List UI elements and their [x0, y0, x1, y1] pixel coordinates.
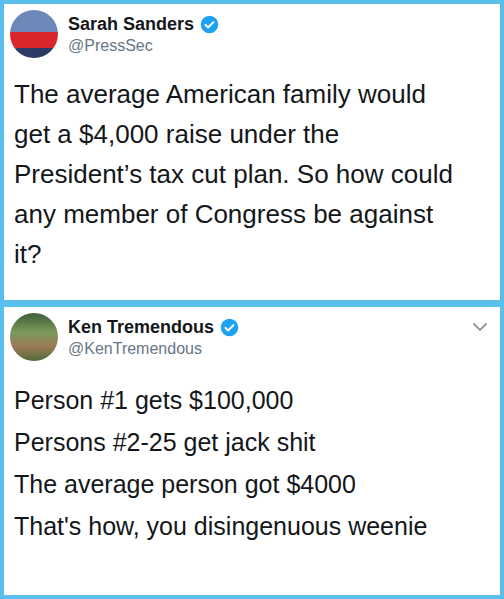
- tweet-header: Ken Tremendous @KenTremendous: [10, 313, 490, 361]
- author-handle[interactable]: @PressSec: [68, 37, 490, 55]
- tweet-text: The average American family wouldget a $…: [10, 74, 490, 274]
- tweet-line: it?: [14, 234, 490, 274]
- tweet-header: Sarah Sanders @PressSec: [10, 10, 490, 58]
- tweet-card: Ken Tremendous @KenTremendous Person #1 ge…: [4, 307, 500, 595]
- tweet-line: Person #1 gets $100,000: [14, 379, 490, 421]
- tweet-card: Sarah Sanders @PressSec The average Americ…: [4, 4, 500, 300]
- tweet-line: The average American family would: [14, 74, 490, 114]
- tweet-line: That's how, you disingenuous weenie: [14, 505, 490, 547]
- verified-badge-icon: [220, 318, 239, 337]
- avatar[interactable]: [10, 313, 58, 361]
- verified-badge-icon: [200, 15, 219, 34]
- tweet-line: Persons #2-25 get jack shit: [14, 421, 490, 463]
- avatar[interactable]: [10, 10, 58, 58]
- tweet-line: The average person got $4000: [14, 463, 490, 505]
- author-name[interactable]: Sarah Sanders: [68, 14, 194, 35]
- author-handle[interactable]: @KenTremendous: [68, 340, 460, 358]
- tweet-line: get a $4,000 raise under the: [14, 114, 490, 154]
- tweet-line: President’s tax cut plan. So how could: [14, 154, 490, 194]
- tweet-line: any member of Congress be against: [14, 194, 490, 234]
- meme-frame: Sarah Sanders @PressSec The average Americ…: [0, 0, 504, 599]
- author: Ken Tremendous @KenTremendous: [68, 317, 460, 358]
- tweet-text: Person #1 gets $100,000Persons #2-25 get…: [10, 379, 490, 547]
- chevron-down-icon[interactable]: [470, 317, 490, 337]
- author: Sarah Sanders @PressSec: [68, 14, 490, 55]
- author-name[interactable]: Ken Tremendous: [68, 317, 214, 338]
